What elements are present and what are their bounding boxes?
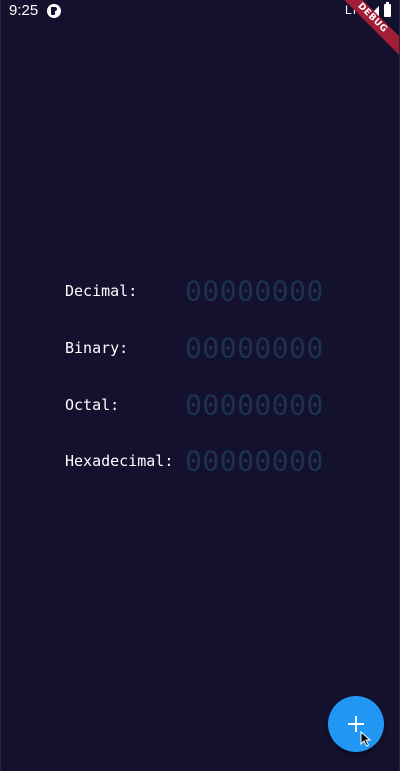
octal-value[interactable]: 00000000 [185, 389, 324, 422]
status-bar: 9:25 LTE [1, 0, 399, 24]
add-fab-button[interactable] [328, 696, 384, 752]
status-time: 9:25 [9, 2, 39, 19]
flutter-app-icon [47, 4, 61, 18]
battery-icon [384, 2, 391, 17]
hexadecimal-row: Hexadecimal: 00000000 [65, 441, 365, 481]
decimal-value[interactable]: 00000000 [185, 275, 324, 308]
octal-label: Octal: [65, 396, 120, 414]
hexadecimal-label: Hexadecimal: [65, 452, 174, 470]
binary-row: Binary: 00000000 [65, 328, 365, 368]
binary-label: Binary: [65, 339, 129, 357]
hexadecimal-value[interactable]: 00000000 [185, 445, 324, 478]
binary-value[interactable]: 00000000 [185, 332, 324, 365]
plus-icon [348, 716, 364, 732]
decimal-label: Decimal: [65, 282, 138, 300]
octal-row: Octal: 00000000 [65, 385, 365, 425]
app-screen: 9:25 LTE DEBUG Decimal: 00000000 Binary:… [0, 0, 400, 771]
decimal-row: Decimal: 00000000 [65, 271, 365, 311]
mouse-cursor-icon [360, 731, 372, 747]
